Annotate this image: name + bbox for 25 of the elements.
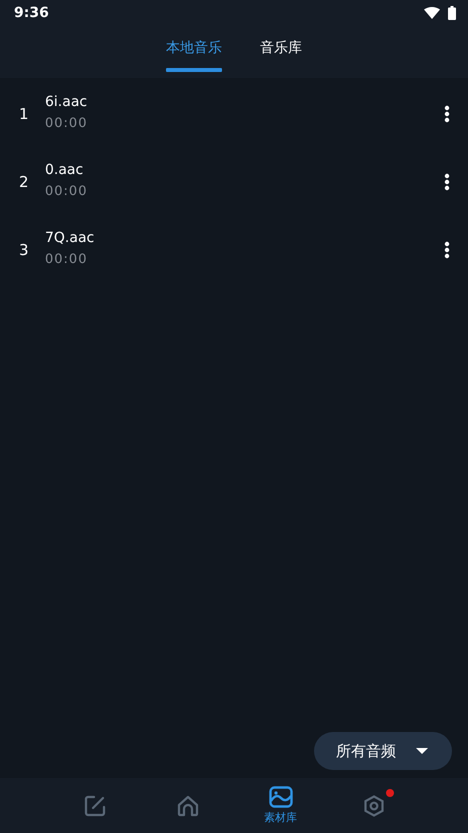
home-icon: [176, 794, 198, 816]
caret-icon: [416, 748, 428, 754]
nav-item[interactable]: 素材库: [234, 778, 327, 833]
track-name: 7Q.aac: [45, 230, 96, 246]
track-name: 6i.aac: [45, 94, 88, 110]
more-icon[interactable]: [444, 105, 450, 123]
track-name: 0.aac: [45, 162, 84, 178]
status-time: 9:36: [14, 4, 49, 20]
tab[interactable]: 音乐库: [260, 25, 302, 78]
track-duration: 00:00: [45, 116, 88, 130]
notification-dot: [386, 788, 394, 796]
track-duration: 00:00: [45, 184, 88, 198]
settings-icon: [364, 794, 384, 816]
image-icon: [268, 786, 292, 808]
track-number: 2: [19, 173, 30, 191]
filter-dropdown[interactable]: 所有音频: [314, 732, 452, 770]
track-number: 1: [19, 105, 30, 123]
wifi-icon: [424, 6, 440, 18]
track-duration: 00:00: [45, 252, 88, 266]
tab[interactable]: 本地音乐: [166, 25, 222, 78]
track-number: 3: [19, 241, 30, 259]
more-icon[interactable]: [444, 173, 450, 191]
edit-icon: [84, 794, 106, 816]
battery-icon: [448, 6, 456, 20]
more-icon[interactable]: [444, 241, 450, 259]
